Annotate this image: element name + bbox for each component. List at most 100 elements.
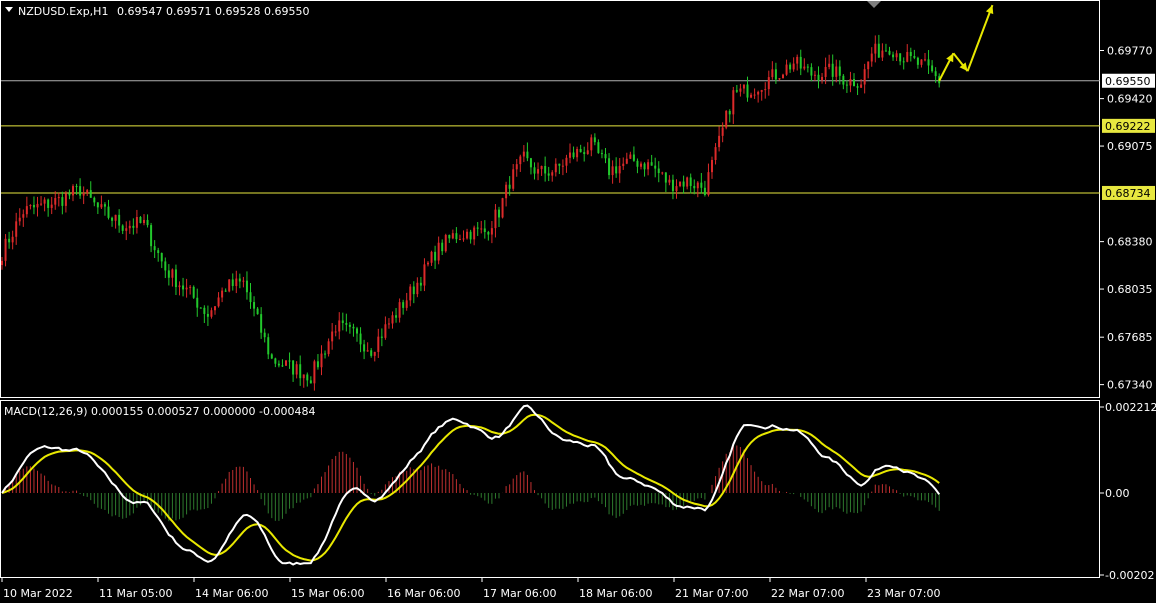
candle-body xyxy=(331,331,334,342)
candle-body xyxy=(693,185,696,189)
candle-body xyxy=(824,66,827,77)
candle-body xyxy=(544,166,547,174)
scroll-marker-icon[interactable] xyxy=(867,1,881,8)
dropdown-triangle-icon[interactable] xyxy=(5,7,13,12)
candle-body xyxy=(906,51,909,62)
candle-body xyxy=(57,197,60,199)
time-axis-label: 10 Mar 2022 xyxy=(3,587,73,600)
candle-body xyxy=(107,206,110,218)
price-panel-frame xyxy=(0,0,1100,398)
time-axis-label: 16 Mar 06:00 xyxy=(387,587,460,600)
candle-body xyxy=(29,204,32,207)
candle-body xyxy=(132,225,135,228)
candle-body xyxy=(1,260,3,265)
candle-body xyxy=(718,135,721,148)
candle-body xyxy=(164,261,167,271)
candle-body xyxy=(842,75,845,85)
candle-body xyxy=(640,163,642,167)
candle-body xyxy=(483,228,486,233)
candle-body xyxy=(324,353,327,355)
forecast-arrow-segment xyxy=(966,4,994,72)
candle-body xyxy=(391,315,394,324)
candle-body xyxy=(792,63,795,70)
candle-body xyxy=(466,231,469,239)
candle-body xyxy=(746,84,749,98)
candle-body xyxy=(618,166,621,174)
candle-body xyxy=(160,252,163,262)
trading-chart[interactable]: NZDUSD.Exp,H1 0.69547 0.69571 0.69528 0.… xyxy=(0,0,1156,603)
candle-body xyxy=(537,169,540,174)
candle-body xyxy=(267,337,270,355)
candle-body xyxy=(650,162,653,166)
candle-body xyxy=(61,197,64,206)
candle-body xyxy=(395,315,398,318)
candle-body xyxy=(150,225,153,247)
macd-axis-label: 0.00 xyxy=(1105,487,1130,500)
candle-body xyxy=(441,242,444,252)
candle-body xyxy=(348,324,351,327)
candle-body xyxy=(512,169,515,189)
candle-body xyxy=(249,292,252,303)
candle-body xyxy=(924,59,926,61)
candle-body xyxy=(402,302,405,308)
candle-body xyxy=(118,214,121,226)
candle-body xyxy=(679,181,682,187)
candle-body xyxy=(703,187,706,196)
candle-body xyxy=(845,84,848,86)
candle-body xyxy=(739,88,742,92)
candle-body xyxy=(707,172,710,196)
candle-body xyxy=(821,76,824,81)
candle-body xyxy=(352,326,355,329)
candle-body xyxy=(412,286,415,295)
candle-body xyxy=(68,193,71,196)
candle-body xyxy=(480,228,483,230)
price-axis-label: 0.67340 xyxy=(1107,379,1153,392)
candle-body xyxy=(629,154,632,159)
candle-body xyxy=(856,86,859,88)
candle-body xyxy=(600,153,603,155)
candle-body xyxy=(288,360,291,362)
candle-body xyxy=(643,163,646,170)
current-price-label: 0.69550 xyxy=(1105,75,1151,88)
candle-body xyxy=(522,151,525,157)
candle-body xyxy=(686,177,689,187)
candle-body xyxy=(462,238,465,240)
candle-body xyxy=(920,59,923,65)
candle-body xyxy=(416,282,419,295)
candle-body xyxy=(899,53,902,62)
candle-body xyxy=(302,374,305,379)
candle-body xyxy=(476,227,479,229)
candle-body xyxy=(228,279,231,292)
candle-body xyxy=(171,269,174,278)
candle-body xyxy=(214,306,216,311)
candle-body xyxy=(753,94,756,96)
candle-body xyxy=(533,167,536,174)
candle-body xyxy=(508,184,511,189)
candle-body xyxy=(451,233,454,239)
candle-body xyxy=(114,214,117,221)
candle-body xyxy=(221,290,224,298)
candle-body xyxy=(551,172,554,176)
candle-body xyxy=(494,209,497,229)
candle-body xyxy=(760,90,763,92)
candle-body xyxy=(583,152,586,155)
candle-body xyxy=(157,250,160,253)
ohlc-values: 0.69547 0.69571 0.69528 0.69550 xyxy=(117,5,309,18)
candle-body xyxy=(15,221,18,237)
candle-body xyxy=(306,374,309,381)
candle-body xyxy=(505,184,508,199)
candle-body xyxy=(327,341,330,355)
candle-body xyxy=(206,313,209,317)
candle-body xyxy=(135,216,138,228)
candle-body xyxy=(711,159,713,173)
candle-body xyxy=(43,199,46,204)
candle-body xyxy=(50,204,53,208)
candle-body xyxy=(260,314,263,333)
candle-body xyxy=(490,228,493,235)
candle-body xyxy=(835,66,838,77)
price-layer xyxy=(1,4,1100,391)
candle-body xyxy=(153,246,156,251)
candle-body xyxy=(931,65,934,72)
candle-body xyxy=(774,69,777,80)
candle-body xyxy=(668,179,671,183)
